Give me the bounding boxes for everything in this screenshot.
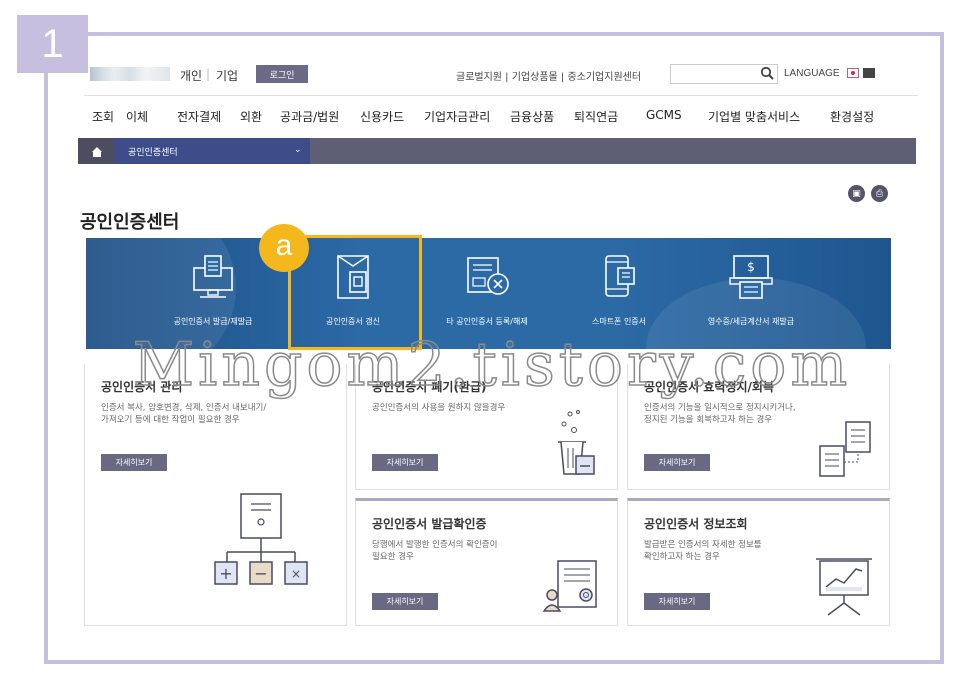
svg-text:+: + [219, 564, 232, 583]
card-cert-issue-confirm: 공인인증서 발급확인증 당행에서 발행한 인증서의 확인증이 필요한 경우 자세… [355, 498, 618, 626]
gnb-item-utility-court[interactable]: 공과금/법원 [280, 108, 339, 125]
personal-banking-link[interactable]: 개인 [180, 67, 202, 84]
gnb-item-epayment[interactable]: 전자결제 [177, 108, 221, 125]
card-description: 인증서 복사, 암호변경, 삭제, 인증서 내보내기/ 가져오기 등에 대한 작… [101, 403, 267, 425]
top-header: 개인 | 기업 로그인 글로벌지원 | 기업상품몰 | 중소기업지원센터 LAN… [84, 58, 918, 92]
card-description: 공인인증서의 사용을 원하지 않을경우 [372, 403, 506, 413]
card-cert-management: 공인인증서 관리 인증서 복사, 암호변경, 삭제, 인증서 내보내기/ 가져오… [84, 364, 347, 626]
print-icon[interactable]: ⎙ [871, 185, 888, 202]
detail-button[interactable]: 자세히보기 [372, 454, 438, 471]
korea-flag-icon[interactable] [847, 68, 859, 78]
service-label: 타 공인인증서 등록/해제 [446, 317, 528, 326]
gnb-item-inquiry[interactable]: 조회 [92, 108, 114, 125]
corporate-banking-link[interactable]: 기업 [216, 67, 238, 84]
svg-text:−: − [254, 564, 267, 583]
card-description: 발급받은 인증서의 자세한 정보를 확인하고자 하는 경우 [644, 540, 762, 562]
detail-button[interactable]: 자세히보기 [372, 593, 438, 610]
step-marker-a: a [259, 224, 309, 272]
top-utility-links[interactable]: 글로벌지원 | 기업상품몰 | 중소기업지원센터 [456, 68, 641, 83]
login-button[interactable]: 로그인 [256, 65, 308, 83]
watermark-text: Mingom2.tistory.com [132, 329, 852, 401]
gnb-item-pension[interactable]: 퇴직연금 [574, 108, 618, 125]
step-number-badge: 1 [17, 15, 88, 73]
gnb-item-credit-card[interactable]: 신용카드 [360, 108, 404, 125]
detail-button[interactable]: 자세히보기 [101, 454, 167, 471]
cert-management-illustration-icon: + − × [214, 493, 308, 585]
card-description: 당행에서 발행한 인증서의 확인증이 필요한 경우 [372, 540, 498, 562]
svg-text:×: × [291, 567, 301, 581]
location-select[interactable]: 공인인증센터 [114, 138, 310, 164]
segment-separator: | [206, 67, 211, 81]
gnb-item-gcms[interactable]: GCMS [646, 108, 682, 122]
search-icon[interactable] [760, 66, 774, 80]
receipt-icon: $ [729, 255, 773, 299]
language-label[interactable]: LANGUAGE [784, 68, 840, 79]
gnb-item-transfer[interactable]: 이체 [126, 108, 148, 125]
card-cert-info: 공인인증서 정보조회 발급받은 인증서의 자세한 정보를 확인하고자 하는 경우… [627, 498, 890, 626]
card-title: 공인인증서 정보조회 [644, 517, 748, 531]
certificate-user-icon [542, 560, 597, 612]
gnb-item-custom-service[interactable]: 기업별 맞춤서비스 [708, 108, 800, 125]
home-icon[interactable] [78, 138, 114, 164]
computer-icon [193, 255, 233, 298]
service-label: 스마트폰 인증서 [591, 317, 647, 326]
gnb-item-forex[interactable]: 외환 [240, 108, 262, 125]
gnb-item-fund-management[interactable]: 기업자금관리 [424, 108, 490, 125]
certificate-delete-icon [467, 257, 509, 295]
trash-can-icon [558, 410, 595, 475]
document-pause-icon [819, 421, 871, 477]
service-label: 영수증/세금계산서 재발급 [707, 317, 795, 326]
presentation-chart-icon [816, 558, 872, 616]
detail-button[interactable]: 자세히보기 [644, 454, 710, 471]
card-title: 공인인증서 발급확인증 [372, 517, 487, 531]
service-label: 공인인증서 발급/재발급 [173, 317, 253, 326]
header-divider [84, 95, 918, 96]
smartphone-icon [605, 255, 635, 297]
svg-text:$: $ [747, 260, 755, 274]
language-menu-icon[interactable] [863, 68, 875, 78]
gnb-item-financial-products[interactable]: 금융상품 [510, 108, 554, 125]
chevron-down-icon[interactable]: ⌄ [294, 145, 302, 155]
page-title: 공인인증센터 [80, 212, 180, 233]
save-page-icon[interactable]: ▣ [848, 185, 865, 202]
detail-button[interactable]: 자세히보기 [644, 593, 710, 610]
location-bar: 공인인증센터 ⌄ [78, 138, 916, 164]
global-navigation: 조회 이체 전자결제 외환 공과금/법원 신용카드 기업자금관리 금융상품 퇴직… [84, 100, 918, 132]
gnb-item-settings[interactable]: 환경설정 [830, 108, 874, 125]
card-description: 인증서의 기능을 일시적으로 정지시키거나, 정지된 기능을 회복하고자 하는 … [644, 403, 796, 425]
bank-logo[interactable] [90, 67, 170, 81]
